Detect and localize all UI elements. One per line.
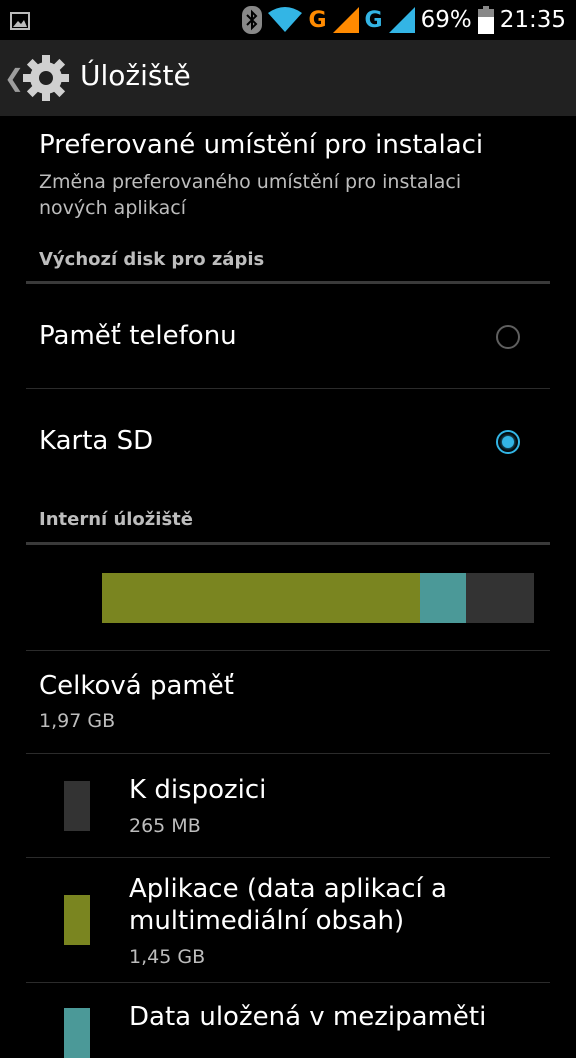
signal-icon	[332, 7, 359, 33]
category-divider	[26, 542, 550, 545]
storage-item-value: 1,45 GB	[129, 946, 206, 968]
color-swatch	[64, 781, 90, 831]
battery-percent: 69%	[420, 7, 472, 33]
storage-item-title: K dispozici	[129, 775, 267, 805]
radio-option-sd-card[interactable]: Karta SD	[0, 389, 576, 493]
settings-gear-icon[interactable]	[22, 54, 70, 102]
total-memory-title: Celková paměť	[39, 671, 234, 701]
install-location-title: Preferované umístění pro instalaci	[39, 130, 484, 160]
signal-icon	[388, 7, 415, 33]
color-swatch	[64, 895, 90, 945]
usage-segment-available	[466, 573, 534, 623]
usage-segment-apps	[102, 573, 420, 623]
storage-usage-bar	[102, 573, 534, 623]
battery-icon	[477, 6, 494, 34]
status-bar: G G 69% 21:35	[0, 0, 576, 40]
wifi-icon	[268, 7, 303, 32]
radio-button[interactable]	[496, 325, 520, 349]
category-internal-storage: Interní úložiště	[39, 509, 193, 530]
settings-list: Preferované umístění pro instalaci Změna…	[0, 116, 576, 1058]
storage-item-value: 265 MB	[129, 815, 201, 837]
install-location-preference[interactable]: Preferované umístění pro instalaci Změna…	[0, 116, 576, 228]
image-icon	[10, 12, 30, 30]
action-bar: ❮ Úložiště	[0, 40, 576, 116]
install-location-summary-line2: nových aplikací	[39, 197, 186, 219]
network-type-2: G	[364, 7, 383, 33]
install-location-summary-line1: Změna preferovaného umístění pro instala…	[39, 171, 462, 193]
option-label: Paměť telefonu	[39, 321, 237, 351]
page-title: Úložiště	[80, 59, 191, 92]
storage-item-title: Data uložená v mezipaměti	[129, 1002, 487, 1032]
category-default-disk: Výchozí disk pro zápis	[39, 249, 265, 270]
network-type-1: G	[308, 7, 327, 33]
bluetooth-icon	[242, 6, 263, 34]
storage-item-cache[interactable]: Data uložená v mezipaměti	[0, 983, 576, 1058]
radio-option-phone-memory[interactable]: Paměť telefonu	[0, 284, 576, 388]
radio-button-selected[interactable]	[496, 430, 520, 454]
total-memory-value: 1,97 GB	[39, 710, 116, 732]
usage-segment-cache	[419, 573, 467, 623]
total-memory-item: Celková paměť 1,97 GB	[0, 651, 576, 753]
storage-item-apps[interactable]: Aplikace (data aplikací a multimediální …	[0, 858, 576, 982]
clock: 21:35	[499, 7, 566, 33]
storage-item-available[interactable]: K dispozici 265 MB	[0, 754, 576, 857]
storage-item-title-line2: multimediální obsah)	[129, 906, 405, 936]
color-swatch	[64, 1008, 90, 1058]
storage-item-title-line1: Aplikace (data aplikací a	[129, 874, 447, 904]
option-label: Karta SD	[39, 426, 154, 456]
